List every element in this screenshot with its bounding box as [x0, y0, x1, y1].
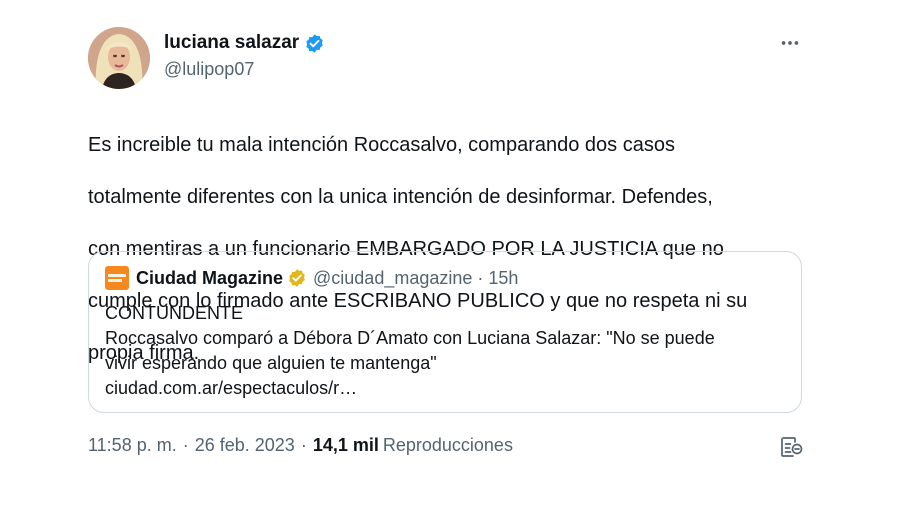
verified-organization-badge-icon — [287, 268, 307, 288]
quoted-author-handle[interactable]: @ciudad_magazine — [313, 268, 472, 289]
more-horizontal-icon[interactable] — [779, 32, 801, 57]
analytics-icon[interactable] — [779, 435, 803, 459]
quoted-tweet-text: CONTUNDENTE Roccasalvo comparó a Débora … — [105, 301, 785, 401]
quoted-tweet-link[interactable]: ciudad.com.ar/espectaculos/r… — [105, 376, 785, 401]
author-handle[interactable]: @lulipop07 — [164, 59, 254, 80]
quoted-text-line: vivir esperando que alguien te mantenga" — [105, 353, 437, 373]
separator-dot: · — [182, 435, 189, 455]
author-name-row[interactable]: luciana salazar — [164, 32, 325, 54]
quoted-tweet[interactable]: Ciudad Magazine @ciudad_magazine · 15h C… — [88, 251, 802, 413]
verified-badge-icon — [304, 33, 325, 54]
tweet-meta: 11:58 p. m. · 26 feb. 2023 · 14,1 mil Re… — [88, 435, 513, 456]
separator-dot: · — [300, 435, 307, 455]
author-display-name[interactable]: luciana salazar — [164, 32, 299, 54]
quoted-author-name[interactable]: Ciudad Magazine — [136, 268, 283, 289]
tweet-text-line: totalmente diferentes con la unica inten… — [88, 186, 713, 208]
author-avatar[interactable] — [88, 27, 150, 89]
quoted-author-avatar[interactable] — [105, 266, 129, 290]
quoted-text-line: CONTUNDENTE — [105, 303, 243, 323]
quoted-text-line: Roccasalvo comparó a Débora D´Amato con … — [105, 328, 715, 348]
tweet-timestamp[interactable]: 11:58 p. m. — [88, 435, 177, 456]
tweet-card: luciana salazar @lulipop07 Es increible … — [0, 0, 900, 505]
views-count: 14,1 mil — [312, 435, 379, 455]
separator-dot: · — [477, 267, 484, 288]
quoted-tweet-time[interactable]: 15h — [488, 268, 518, 289]
tweet-date[interactable]: 26 feb. 2023 — [195, 435, 295, 456]
views-label: Reproducciones — [382, 435, 513, 455]
tweet-text-line: Es increible tu mala intención Roccasalv… — [88, 134, 675, 156]
quoted-tweet-header: Ciudad Magazine @ciudad_magazine · 15h — [105, 266, 518, 290]
